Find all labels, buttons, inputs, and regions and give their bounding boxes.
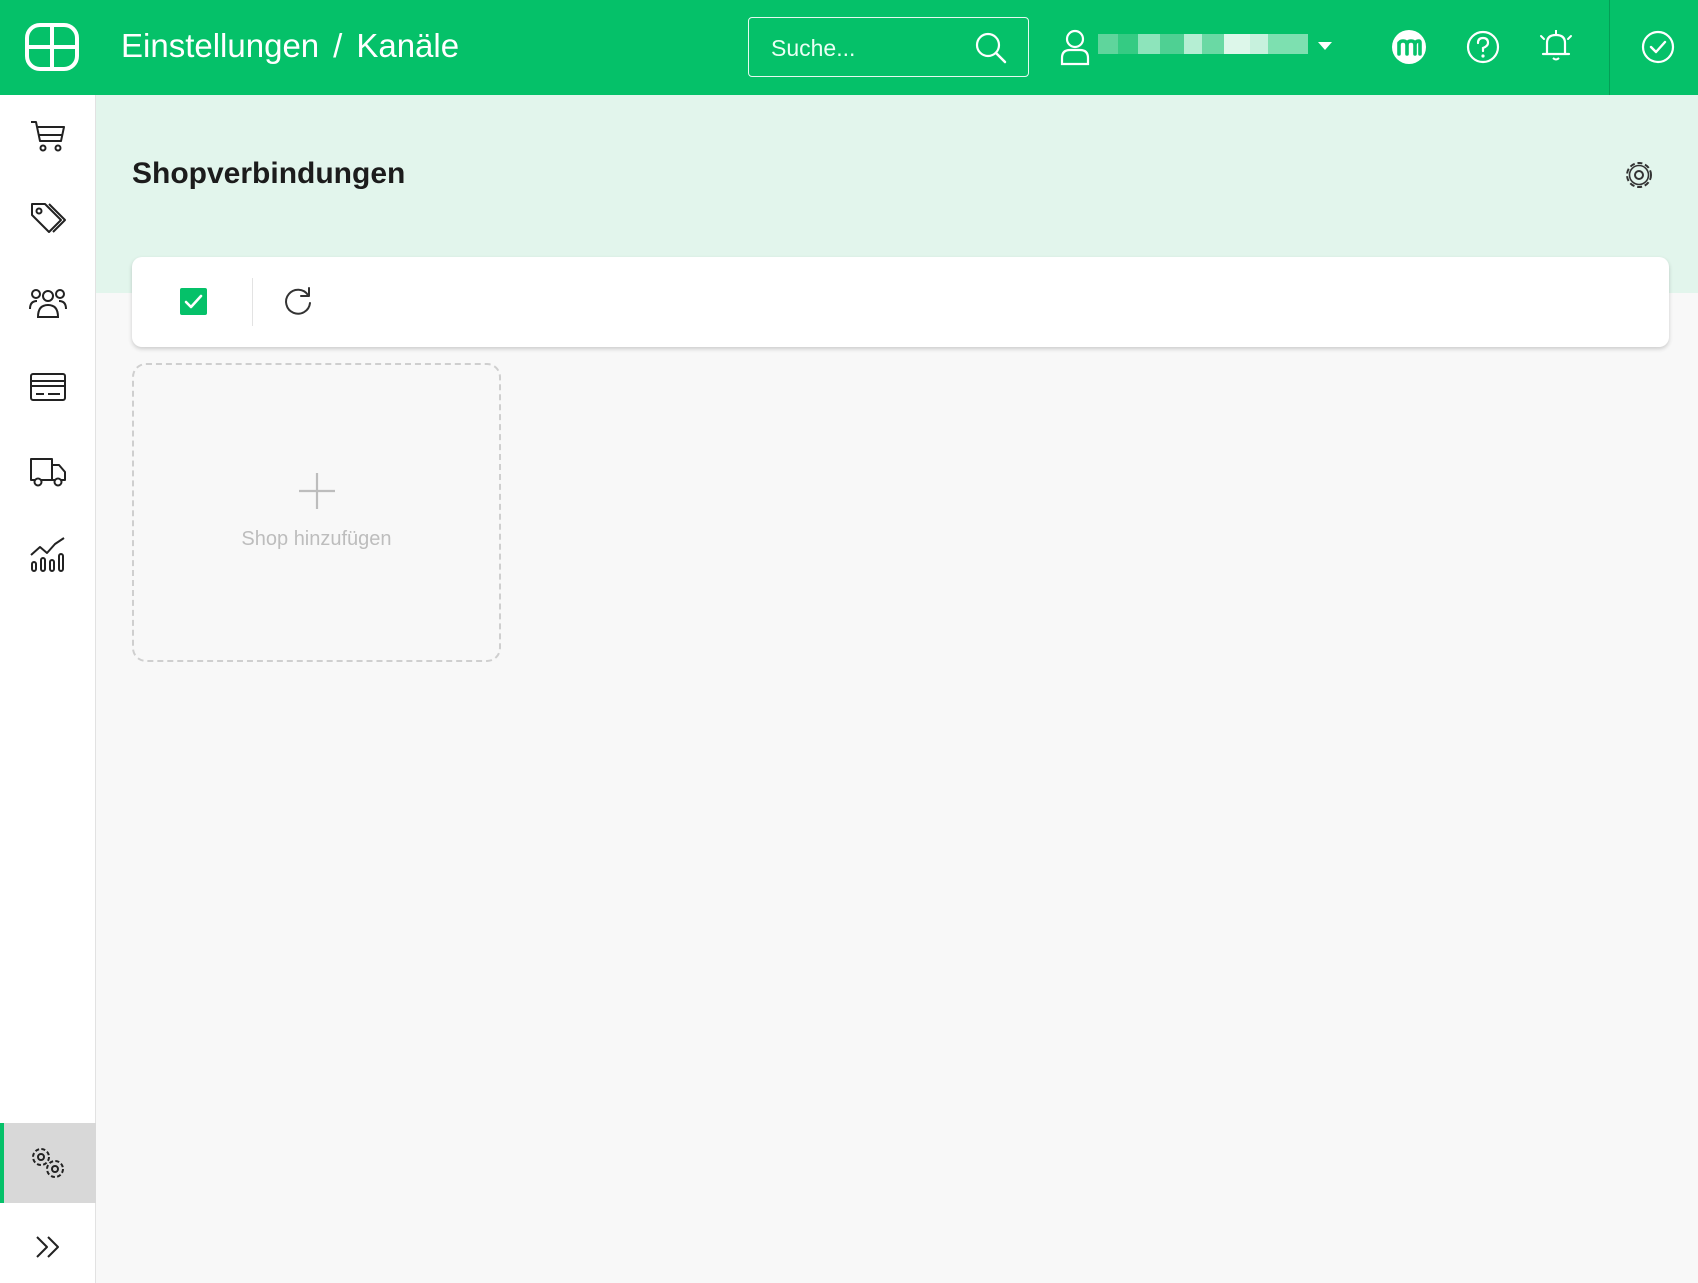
search-icon[interactable] bbox=[974, 31, 1008, 65]
redacted-user-name bbox=[1098, 34, 1308, 54]
tags-icon bbox=[31, 203, 66, 233]
breadcrumb-separator: / bbox=[333, 27, 343, 64]
add-shop-card[interactable]: Shop hinzufügen bbox=[132, 363, 501, 662]
chart-icon bbox=[30, 537, 65, 572]
toolbar-separator bbox=[252, 278, 253, 326]
caret-down-icon bbox=[1318, 42, 1332, 50]
sidebar-item-orders[interactable] bbox=[0, 95, 96, 175]
header-divider bbox=[1609, 0, 1610, 95]
search-box bbox=[748, 17, 1029, 77]
brand-logo-icon[interactable] bbox=[24, 22, 80, 72]
truck-icon bbox=[30, 458, 66, 487]
page-title: Shopverbindungen bbox=[132, 157, 406, 190]
checkmark-icon bbox=[184, 294, 203, 309]
breadcrumb-channels: Kanäle bbox=[356, 27, 460, 64]
sidebar-item-reports[interactable] bbox=[0, 515, 96, 595]
double-chevron-right-icon bbox=[36, 1236, 59, 1258]
shopping-cart-icon bbox=[31, 121, 65, 152]
sidebar-item-payments[interactable] bbox=[0, 347, 96, 427]
gears-icon bbox=[32, 1148, 64, 1178]
sidebar-item-shipping[interactable] bbox=[0, 431, 96, 511]
notification-bell-icon[interactable] bbox=[1536, 25, 1576, 65]
help-icon[interactable] bbox=[1463, 27, 1503, 67]
user-icon bbox=[1060, 29, 1090, 66]
refresh-icon[interactable] bbox=[282, 285, 314, 317]
toolbar bbox=[132, 257, 1669, 347]
breadcrumb: Einstellungen / Kanäle bbox=[121, 27, 459, 65]
check-circle-icon[interactable] bbox=[1638, 27, 1678, 67]
breadcrumb-settings[interactable]: Einstellungen bbox=[121, 27, 319, 65]
sidebar-item-products[interactable] bbox=[0, 179, 96, 259]
sidebar-item-settings[interactable] bbox=[0, 1123, 96, 1203]
credit-card-icon bbox=[30, 373, 66, 401]
select-all-checkbox[interactable] bbox=[180, 288, 207, 315]
gear-icon[interactable] bbox=[1622, 158, 1656, 192]
sidebar-expand-button[interactable] bbox=[0, 1207, 96, 1283]
top-bar: Einstellungen / Kanäle bbox=[0, 0, 1698, 95]
add-shop-label: Shop hinzufügen bbox=[241, 528, 392, 550]
sidebar bbox=[0, 95, 96, 1283]
marketplace-icon[interactable] bbox=[1389, 27, 1429, 67]
plus-icon bbox=[299, 473, 335, 509]
sidebar-item-customers[interactable] bbox=[0, 263, 96, 343]
users-icon bbox=[29, 289, 67, 318]
user-menu[interactable] bbox=[1055, 25, 1335, 69]
search-input[interactable] bbox=[771, 34, 971, 62]
